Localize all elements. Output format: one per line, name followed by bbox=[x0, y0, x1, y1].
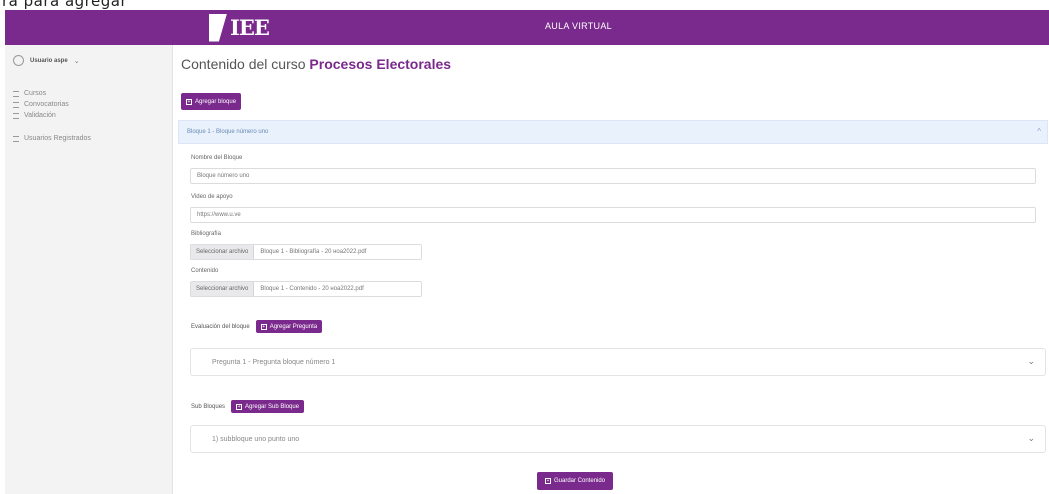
sidebar-item-label: Cursos bbox=[24, 90, 47, 97]
content-file-input[interactable]: Seleccionar archivo Bloque 1 - Contenido… bbox=[190, 281, 422, 297]
question-accordion-item[interactable]: Pregunta 1 - Pregunta bloque número 1 ⌄ bbox=[190, 348, 1046, 376]
top-navbar: IEE AULA VIRTUAL bbox=[5, 10, 1049, 45]
content-file-name: Bloque 1 - Contenido - 20 нoa2022.pdf bbox=[260, 286, 364, 292]
evaluation-section: Evaluación del bloque + Agregar Pregunta bbox=[191, 320, 323, 333]
video-input[interactable]: https://www.u.ve bbox=[190, 207, 1036, 223]
save-content-label: Guardar Contenido bbox=[554, 478, 606, 484]
chevron-down-icon: ⌄ bbox=[1027, 356, 1035, 366]
save-icon: ▪ bbox=[545, 478, 551, 484]
menu-icon bbox=[13, 135, 19, 142]
subblock-accordion-item[interactable]: 1) subbloque uno punto uno ⌄ bbox=[190, 425, 1046, 453]
chevron-down-icon: ⌄ bbox=[73, 57, 80, 65]
question-item-label: Pregunta 1 - Pregunta bloque número 1 bbox=[212, 358, 336, 366]
menu-icon bbox=[13, 90, 19, 97]
bibliography-file-input[interactable]: Seleccionar archivo Bloque 1 - Bibliogra… bbox=[190, 244, 422, 260]
sidebar-menu: Cursos Convocatorias Validación Usuarios… bbox=[13, 88, 91, 144]
block-name-label: Nombre del Bloque bbox=[191, 155, 243, 161]
chevron-up-icon: ^ bbox=[1037, 127, 1041, 136]
plus-icon: + bbox=[236, 403, 243, 410]
evaluation-label: Evaluación del bloque bbox=[191, 323, 250, 330]
page-title-prefix: Contenido del curso bbox=[181, 56, 306, 72]
bibliography-choose-button[interactable]: Seleccionar archivo bbox=[191, 245, 255, 259]
sidebar-item-cursos[interactable]: Cursos bbox=[13, 88, 91, 99]
add-question-button[interactable]: + Agregar Pregunta bbox=[255, 320, 323, 333]
main-content: Contenido del curso Procesos Electorales… bbox=[173, 45, 1049, 494]
cropped-caption: ra para agregar bbox=[2, 0, 128, 10]
block-name-value: Bloque número uno bbox=[197, 173, 250, 179]
bibliography-file-name: Bloque 1 - Bibliografía - 20 нoa2022.pdf bbox=[260, 249, 367, 255]
subblocks-section: Sub Bloques + Agregar Sub Bloque bbox=[191, 400, 305, 413]
add-question-label: Agregar Pregunta bbox=[269, 323, 318, 330]
sidebar-item-convocatorias[interactable]: Convocatorias bbox=[13, 99, 91, 110]
user-name: Usuario aspe bbox=[30, 57, 68, 64]
user-menu[interactable]: Usuario aspe ⌄ bbox=[13, 55, 80, 66]
block-name-input[interactable]: Bloque número uno bbox=[190, 168, 1036, 184]
content-choose-button[interactable]: Seleccionar archivo bbox=[191, 282, 255, 296]
video-value: https://www.u.ve bbox=[197, 212, 241, 218]
logo-text: IEE bbox=[230, 15, 270, 40]
subblock-item-label: 1) subbloque uno punto uno bbox=[212, 435, 300, 443]
sidebar-item-validacion[interactable]: Validación bbox=[13, 110, 91, 121]
add-subblock-label: Agregar Sub Bloque bbox=[245, 403, 300, 410]
sidebar-item-label: Usuarios Registrados bbox=[24, 135, 91, 142]
chevron-down-icon: ⌄ bbox=[1027, 433, 1035, 443]
menu-icon bbox=[13, 112, 19, 119]
save-content-button[interactable]: ▪ Guardar Contenido bbox=[537, 472, 614, 490]
sidebar-item-usuarios[interactable]: Usuarios Registrados bbox=[13, 133, 91, 144]
iee-logo[interactable]: IEE bbox=[209, 12, 270, 43]
course-name: Procesos Electorales bbox=[309, 56, 452, 72]
menu-icon bbox=[13, 101, 19, 108]
add-block-label: Agregar bloque bbox=[195, 98, 237, 105]
sidebar-item-label: Convocatorias bbox=[24, 101, 69, 108]
block-header-title: Bloque 1 - Bloque número uno bbox=[187, 129, 269, 135]
sidebar: Usuario aspe ⌄ Cursos Convocatorias Vali… bbox=[5, 45, 173, 494]
page-title: Contenido del curso Procesos Electorales bbox=[181, 56, 451, 72]
logo-mark-icon bbox=[209, 13, 227, 42]
user-avatar-icon bbox=[13, 55, 24, 66]
app-title: AULA VIRTUAL bbox=[545, 21, 612, 31]
bibliography-label: Bibliografía bbox=[191, 231, 222, 237]
plus-icon: + bbox=[186, 98, 192, 105]
block-accordion-header[interactable]: Bloque 1 - Bloque número uno ^ bbox=[178, 120, 1048, 144]
plus-icon: + bbox=[260, 323, 267, 330]
add-block-button[interactable]: + Agregar bloque bbox=[181, 93, 242, 110]
sidebar-item-label: Validación bbox=[24, 112, 56, 119]
subblocks-label: Sub Bloques bbox=[191, 403, 226, 410]
video-label: Video de apoyo bbox=[191, 194, 233, 200]
add-subblock-button[interactable]: + Agregar Sub Bloque bbox=[231, 400, 305, 413]
content-label: Contenido bbox=[191, 268, 219, 274]
top-cropped-text: ra para agregar bbox=[0, 0, 1049, 10]
